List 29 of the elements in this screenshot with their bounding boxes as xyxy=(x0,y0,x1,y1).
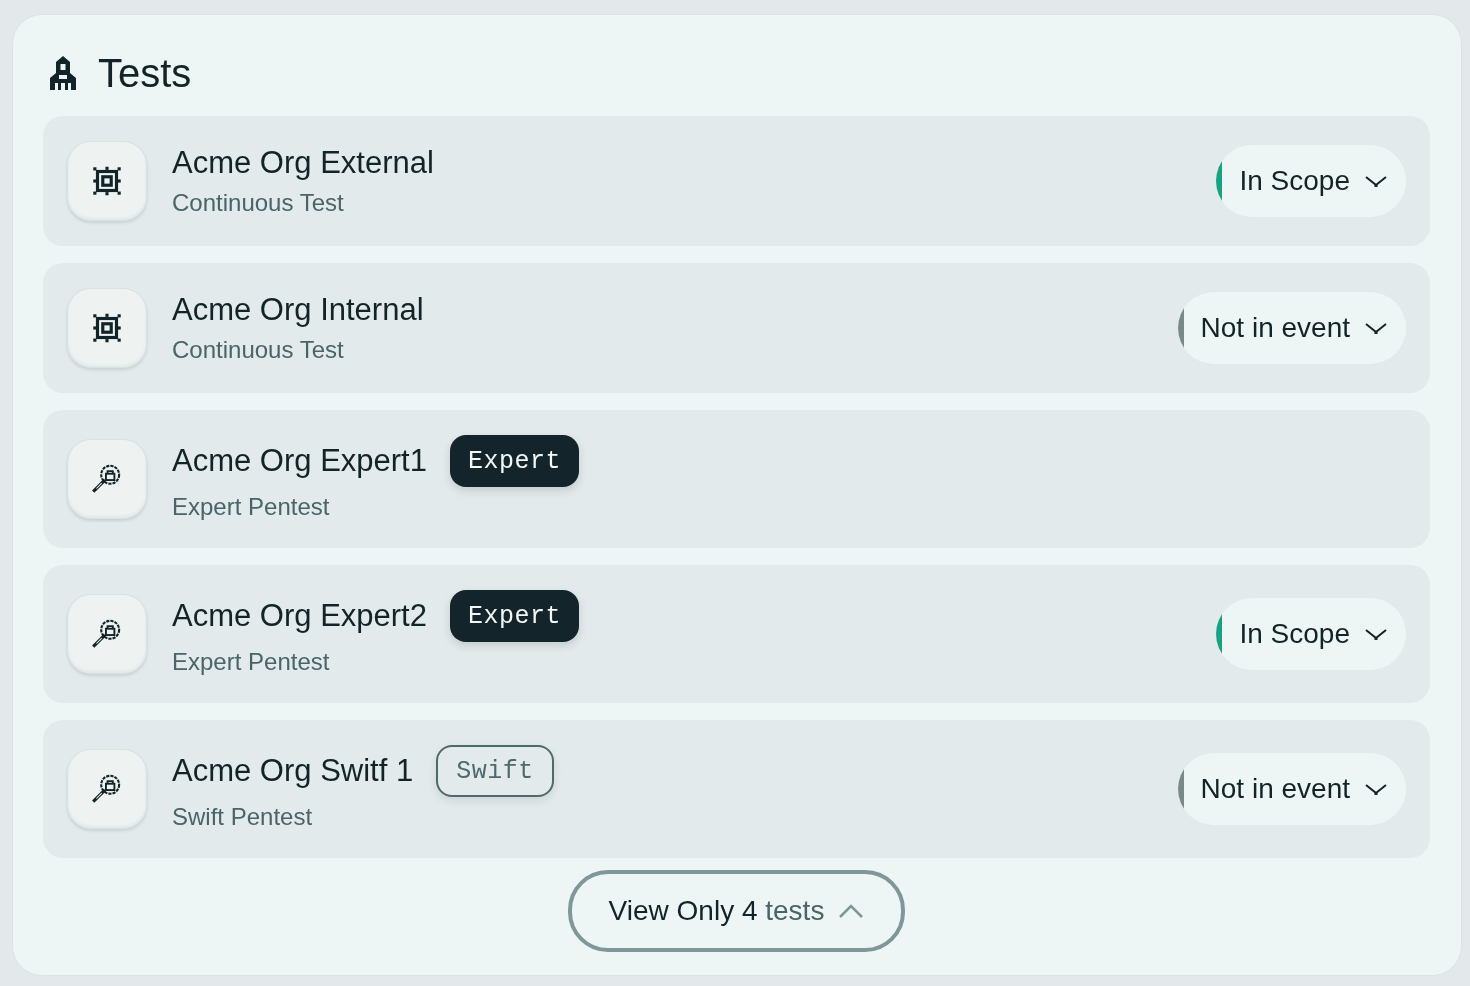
test-type: Continuous Test xyxy=(172,335,344,365)
rocket-icon xyxy=(48,55,78,91)
status-dropdown[interactable]: In Scope xyxy=(1216,145,1406,217)
chevron-down-icon xyxy=(1364,320,1388,336)
tag-label: Expert xyxy=(450,435,579,487)
chevron-down-icon xyxy=(1364,781,1388,797)
test-type: Expert Pentest xyxy=(172,647,330,677)
test-name: Acme Org Expert2 xyxy=(172,597,427,635)
chip-icon xyxy=(67,141,147,221)
test-name: Acme Org Expert1 xyxy=(172,442,427,480)
test-name: Acme Org Switf 1 xyxy=(172,752,414,790)
test-type: Continuous Test xyxy=(172,188,344,218)
test-name: Acme Org Internal xyxy=(172,291,424,329)
view-toggle-button[interactable]: View Only 4 tests xyxy=(568,870,905,952)
chevron-down-icon xyxy=(1364,173,1388,189)
status-dropdown[interactable]: In Scope xyxy=(1216,598,1406,670)
status-dropdown[interactable]: Not in event xyxy=(1177,753,1406,825)
test-type: Swift Pentest xyxy=(172,802,313,832)
status-dropdown[interactable]: Not in event xyxy=(1177,292,1406,364)
chevron-down-icon xyxy=(1364,626,1388,642)
tag-label: Swift xyxy=(436,745,554,797)
magnifier-lock-icon xyxy=(67,439,147,519)
section-title: Tests xyxy=(98,51,192,95)
magnifier-lock-icon xyxy=(67,749,147,829)
chip-icon xyxy=(67,288,147,368)
test-name: Acme Org External xyxy=(172,144,434,182)
magnifier-lock-icon xyxy=(67,594,147,674)
tag-label: Expert xyxy=(450,590,579,642)
test-type: Expert Pentest xyxy=(172,492,330,522)
